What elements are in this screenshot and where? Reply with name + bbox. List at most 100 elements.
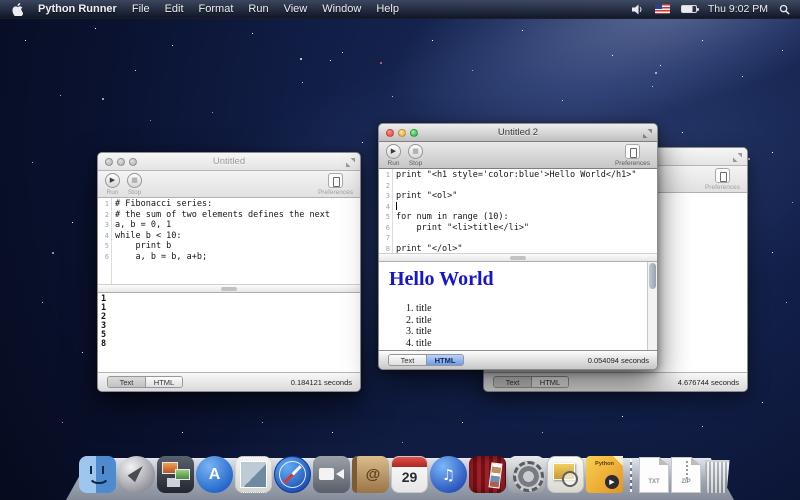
window-title: Untitled (98, 156, 360, 167)
menu-item-help[interactable]: Help (376, 3, 399, 15)
stop-button[interactable] (408, 144, 423, 159)
list-item: title (416, 349, 647, 350)
code-editor[interactable]: 12 34 56 78 print "<h1 style='color:blue… (379, 169, 657, 253)
tab-text[interactable]: Text (389, 355, 426, 365)
run-button[interactable] (386, 144, 401, 159)
list-item: title (416, 303, 647, 315)
stop-label: Stop (409, 160, 422, 167)
dock-icon-facetime[interactable] (313, 456, 350, 493)
titlebar[interactable]: Untitled (98, 153, 360, 171)
output-mode-segmented-control: Text HTML (107, 376, 183, 388)
dock-icon-txt-document[interactable]: TXT (639, 457, 669, 493)
dock-icon-address-book[interactable]: @ (352, 456, 389, 493)
status-bar: Text HTML 4.676744 seconds (484, 372, 747, 391)
close-button[interactable] (105, 158, 113, 166)
output-mode-segmented-control: Text HTML (388, 354, 464, 366)
text-cursor (396, 202, 397, 210)
minimize-button[interactable] (117, 158, 125, 166)
output-line: 5 (101, 331, 360, 340)
close-button[interactable] (386, 129, 394, 137)
us-flag-icon[interactable] (655, 4, 670, 14)
dock-icon-python-runner[interactable]: Python (586, 456, 623, 493)
menu-item-file[interactable]: File (132, 3, 150, 15)
minimize-button[interactable] (398, 129, 406, 137)
menu-item-format[interactable]: Format (199, 3, 234, 15)
line-number-gutter: 12 34 56 (98, 198, 112, 284)
menu-item-edit[interactable]: Edit (165, 3, 184, 15)
status-bar: Text HTML 0.184121 seconds (98, 372, 360, 391)
tab-html[interactable]: HTML (145, 377, 182, 387)
run-label: Run (388, 160, 400, 167)
tab-html[interactable]: HTML (426, 355, 463, 365)
code-line (396, 233, 657, 244)
dock-icon-calendar[interactable]: 29 (391, 456, 428, 493)
dock-icon-photo-booth[interactable] (469, 456, 506, 493)
toolbar: Run Stop Preferences (98, 171, 360, 198)
apple-menu-icon[interactable] (12, 3, 23, 16)
menu-item-run[interactable]: Run (248, 3, 268, 15)
fullscreen-icon[interactable] (643, 129, 652, 138)
list-item: title (416, 315, 647, 327)
window-untitled-1[interactable]: Untitled Run Stop Preferences 12 34 56 (97, 152, 361, 392)
line-number-gutter: 12 34 56 78 (379, 169, 393, 253)
scrollbar-thumb[interactable] (510, 256, 526, 260)
elapsed-time: 0.054094 seconds (588, 356, 649, 365)
preferences-label: Preferences (615, 160, 650, 167)
stop-button[interactable] (127, 173, 142, 188)
zoom-button[interactable] (410, 129, 418, 137)
preferences-button[interactable] (715, 168, 730, 183)
output-area[interactable]: 1 1 2 3 5 8 (98, 293, 360, 372)
fullscreen-icon[interactable] (346, 158, 355, 167)
dock-icon-safari[interactable] (274, 456, 311, 493)
menu-bar: Python Runner File Edit Format Run View … (0, 0, 800, 19)
dock-icon-system-preferences[interactable] (508, 456, 545, 493)
code-line: a, b = b, a+b; (115, 252, 360, 263)
scrollbar-thumb[interactable] (649, 263, 656, 289)
dock-icon-zip-document[interactable]: ZIP (671, 457, 701, 493)
html-output-area[interactable]: Hello World title title title title titl… (379, 262, 657, 350)
code-line: print "</ol>" (396, 244, 657, 254)
dock-icon-finder[interactable] (79, 456, 116, 493)
menu-app-name[interactable]: Python Runner (38, 3, 117, 15)
scrollbar-thumb[interactable] (221, 287, 237, 291)
vertical-scrollbar[interactable] (647, 262, 657, 350)
zoom-button[interactable] (129, 158, 137, 166)
spotlight-icon[interactable] (779, 4, 790, 15)
run-label: Run (107, 189, 119, 196)
dock-icon-preview[interactable] (547, 456, 584, 493)
code-line: # the sum of two elements defines the ne… (115, 210, 360, 221)
dock-icon-itunes[interactable]: ♫ (430, 456, 467, 493)
tab-html[interactable]: HTML (531, 377, 568, 387)
volume-icon[interactable] (632, 4, 644, 15)
fullscreen-icon[interactable] (733, 153, 742, 162)
code-line: print "<li>title</li>" (396, 223, 657, 234)
dock-icon-trash[interactable] (703, 460, 731, 493)
battery-icon[interactable] (681, 5, 697, 13)
horizontal-scrollbar[interactable] (98, 284, 360, 293)
window-title: Untitled 2 (379, 127, 657, 138)
tab-text[interactable]: Text (494, 377, 531, 387)
menu-item-view[interactable]: View (284, 3, 308, 15)
code-line: print "<h1 style='color:blue'>Hello Worl… (396, 170, 657, 181)
preferences-button[interactable] (328, 173, 343, 188)
menu-clock[interactable]: Thu 9:02 PM (708, 3, 768, 15)
rendered-ordered-list: title title title title title title (389, 303, 647, 350)
code-line: print b (115, 241, 360, 252)
code-editor[interactable]: 12 34 56 # Fibonacci series: # the sum o… (98, 198, 360, 284)
dock-icon-mail[interactable] (235, 456, 272, 493)
preferences-label: Preferences (705, 184, 740, 191)
tab-text[interactable]: Text (108, 377, 145, 387)
list-item: title (416, 326, 647, 338)
dock-icon-mission-control[interactable] (157, 456, 194, 493)
dock-icon-app-store[interactable]: A (196, 456, 233, 493)
run-button[interactable] (105, 173, 120, 188)
window-untitled-2[interactable]: Untitled 2 Run Stop Preferences 12 34 56 (378, 123, 658, 370)
output-line: 2 (101, 313, 360, 322)
dock-icon-launchpad[interactable] (118, 456, 155, 493)
titlebar[interactable]: Untitled 2 (379, 124, 657, 142)
horizontal-scrollbar[interactable] (379, 253, 657, 262)
preferences-button[interactable] (625, 144, 640, 159)
code-line: a, b = 0, 1 (115, 220, 360, 231)
menu-item-window[interactable]: Window (322, 3, 361, 15)
rendered-heading: Hello World (389, 268, 647, 291)
